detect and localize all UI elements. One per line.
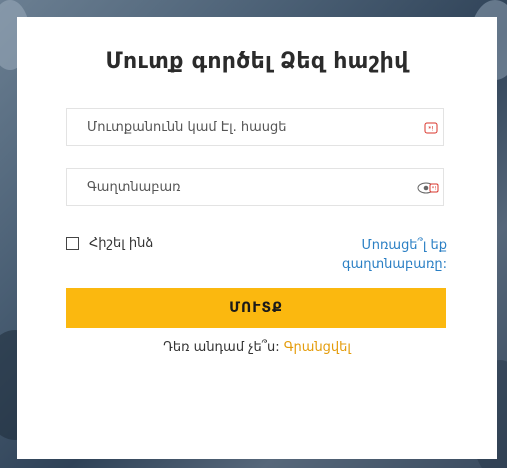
- remember-label: Հիշել ինձ: [89, 236, 154, 251]
- remember-checkbox[interactable]: [66, 237, 79, 250]
- signup-prompt: Դեռ անդամ չե՞ս:: [163, 340, 280, 355]
- password-input[interactable]: [67, 169, 417, 205]
- svg-text:*!: *!: [428, 126, 433, 133]
- login-card: Մուտք գործել Ձեզ հաշիվ *! *! Հիշել ինձ Մ…: [17, 17, 497, 459]
- svg-text:*!: *!: [432, 186, 437, 192]
- signup-link[interactable]: Գրանցվել: [284, 340, 351, 355]
- forgot-password-line2: գաղտնաբառը:: [342, 257, 447, 272]
- remember-me[interactable]: Հիշել ինձ: [66, 236, 153, 251]
- password-field: *!: [66, 168, 444, 206]
- signup-row: Դեռ անդամ չե՞ս: Գրանցվել: [17, 340, 497, 355]
- eye-icon[interactable]: *!: [417, 180, 439, 194]
- page-title: Մուտք գործել Ձեզ հաշիվ: [105, 49, 409, 74]
- forgot-password-line1: Մոռացե՞լ եք: [361, 238, 447, 253]
- keyboard-icon[interactable]: *!: [424, 120, 438, 134]
- username-field: *!: [66, 108, 444, 146]
- username-input[interactable]: [67, 109, 417, 145]
- forgot-password-link[interactable]: Մոռացե՞լ եք գաղտնաբառը:: [327, 236, 447, 274]
- login-button[interactable]: ՄՈՒՏՔ: [66, 288, 446, 328]
